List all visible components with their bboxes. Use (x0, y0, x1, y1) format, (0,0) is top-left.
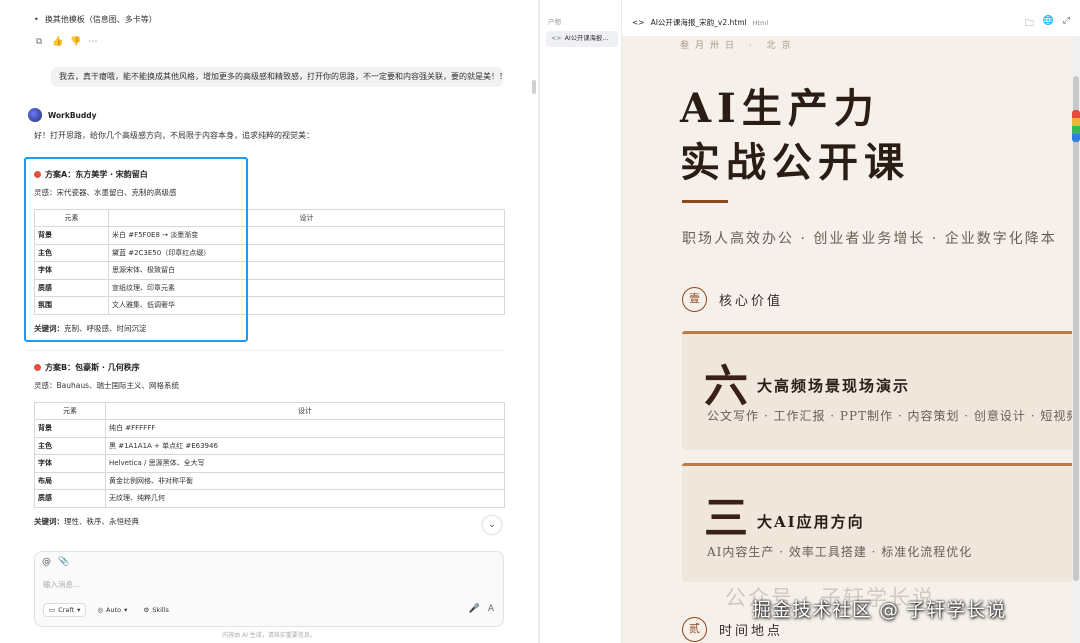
scheme-b-inspiration: 灵感：Bauhaus、瑞士国际主义、网格系统 (34, 381, 180, 390)
bot-header: WorkBuddy (28, 108, 97, 122)
preview-file-name: AI公开课海报_宋韵_v2.html (650, 18, 747, 27)
section-core-value: 壹 核心价值 (682, 287, 783, 312)
preview-pane: <> AI公开课海报_宋韵_v2.html Html 🗀 🌐 ⤢ 叁月卅日 · … (622, 0, 1080, 643)
card-title: 大高频场景现场演示 (757, 377, 911, 395)
card-numeral: 六 (704, 361, 748, 412)
more-icon[interactable]: ⋯ (88, 37, 98, 47)
thumbs-up-icon[interactable]: 👍 (52, 37, 63, 47)
bot-intro: 好！打开思路，给你几个高级感方向，不局限于内容本身，追求纯粹的视觉美： (34, 131, 314, 140)
scroll-down-button[interactable]: ⌄ (483, 516, 501, 534)
poster: 叁月卅日 · 北京 AI生产力 实战公开课 职场人高效办公 · 创业者业务增长 … (622, 36, 1072, 643)
preview-scrollbar[interactable] (1073, 76, 1079, 581)
card-title: 大AI应用方向 (757, 513, 865, 531)
section-number: 壹 (682, 287, 707, 312)
table-header-row: 元素 设计 (34, 402, 505, 420)
files-panel: 产物 <> AI公开课海报... (540, 0, 622, 643)
thumbs-down-icon[interactable]: 👎 (70, 37, 81, 47)
card-desc: 公文写作 · 工作汇报 · PPT制作 · 内容策划 · 创意设计 · 短视频脚 (707, 409, 1072, 423)
code-icon: <> (551, 35, 562, 42)
files-header: 产物 (548, 18, 561, 26)
section-label: 核心价值 (719, 294, 784, 309)
poster-title-line1: AI生产力 (680, 85, 880, 132)
section-label: 时间地点 (719, 624, 784, 639)
attach-icon[interactable]: 📎 (58, 557, 69, 567)
model-select[interactable]: ◎ Auto ▾ (92, 603, 132, 617)
scheme-b: 方案B：包豪斯 · 几何秩序 灵感：Bauhaus、瑞士国际主义、网格系统 (34, 362, 179, 391)
table-row: 背景 纯白 #FFFFFF (34, 419, 505, 438)
divider (28, 350, 504, 351)
table-row: 字体 Helvetica / 思源黑体、全大写 (34, 454, 505, 473)
highlight-box (24, 157, 248, 342)
avatar (28, 108, 42, 122)
section-number: 贰 (682, 617, 707, 642)
scheme-b-title: 方案B：包豪斯 · 几何秩序 (45, 363, 140, 372)
scheme-b-keywords: 关键词：理性、秩序、永恒经典 (34, 517, 139, 526)
model-icon: ◎ (97, 606, 104, 614)
watermark-main: 掘金技术社区 @ 子轩学长说 (752, 599, 1007, 621)
col-element: 元素 (34, 402, 106, 420)
poster-rule (682, 200, 728, 203)
expand-icon[interactable]: ⤢ (1063, 16, 1070, 32)
file-item[interactable]: <> AI公开课海报... (546, 31, 618, 47)
chevron-down-icon: ▾ (77, 606, 81, 614)
col-design: 设计 (105, 402, 505, 420)
poster-title-line2: 实战公开课 (680, 139, 910, 186)
composer: @ 📎 输入消息... ▭ Craft ▾ ◎ Auto ▾ ⚙ Skills … (34, 551, 504, 627)
value-card-1: 六 大高频场景现场演示 公文写作 · 工作汇报 · PPT制作 · 内容策划 ·… (682, 331, 1072, 450)
table-row: 布局 黄金比例网格、非对称平衡 (34, 471, 505, 490)
bullet-item: 换其他模板（信息图、多卡等） (34, 14, 157, 25)
value-card-2: 三 大AI应用方向 AI内容生产 · 效率工具搭建 · 标准化流程优化 (682, 463, 1072, 582)
color-badge (1072, 110, 1080, 142)
user-message: 我去，真干瘪哦，能不能换成其他风格，增加更多的高级感和精致感，打开你的思路，不一… (51, 67, 503, 87)
preview-toolbar: <> AI公开课海报_宋韵_v2.html Html 🗀 🌐 ⤢ (622, 0, 1080, 36)
mention-icon[interactable]: @ (42, 557, 51, 567)
chevron-down-icon: ▾ (124, 606, 128, 614)
message-actions: ⧉ 👍 👎 ⋯ (34, 37, 98, 47)
file-type: Html (752, 18, 769, 27)
message-input[interactable]: 输入消息... (43, 579, 80, 590)
poster-date: 叁月卅日 · 北京 (680, 41, 797, 51)
mode-select[interactable]: ▭ Craft ▾ (43, 603, 87, 617)
card-desc: AI内容生产 · 效率工具搭建 · 标准化流程优化 (707, 545, 973, 559)
table-row: 质感 无纹理、纯粹几何 (34, 489, 505, 508)
open-folder-icon[interactable]: 🗀 (1025, 16, 1034, 32)
skills-icon: ⚙ (143, 606, 150, 614)
send-icon[interactable]: A (488, 604, 494, 614)
code-icon: <> (632, 18, 645, 27)
skills-button[interactable]: ⚙ Skills (138, 603, 174, 617)
chat-pane: 换其他模板（信息图、多卡等） ⧉ 👍 👎 ⋯ 我去，真干瘪哦，能不能换成其他风格… (0, 0, 538, 643)
poster-subtitle: 职场人高效办公 · 创业者业务增长 · 企业数字化降本 (682, 231, 1057, 247)
footer-note: 内容由 AI 生成，请核实重要信息。 (222, 632, 316, 639)
table-row: 主色黑 #1A1A1A + 单点红 #E63946 (34, 436, 505, 455)
folder-icon: ▭ (49, 606, 56, 614)
scheme-dot-icon (34, 364, 41, 371)
mic-icon[interactable]: 🎤 (469, 604, 480, 614)
bot-name: WorkBuddy (48, 110, 97, 120)
globe-icon[interactable]: 🌐 (1043, 16, 1054, 32)
card-numeral: 三 (704, 493, 748, 544)
chat-scrollbar[interactable] (532, 80, 536, 94)
scheme-b-table: 元素 设计 背景 纯白 #FFFFFF 主色黑 #1A1A1A + 单点红 #E6… (34, 402, 505, 508)
copy-icon[interactable]: ⧉ (34, 37, 44, 47)
